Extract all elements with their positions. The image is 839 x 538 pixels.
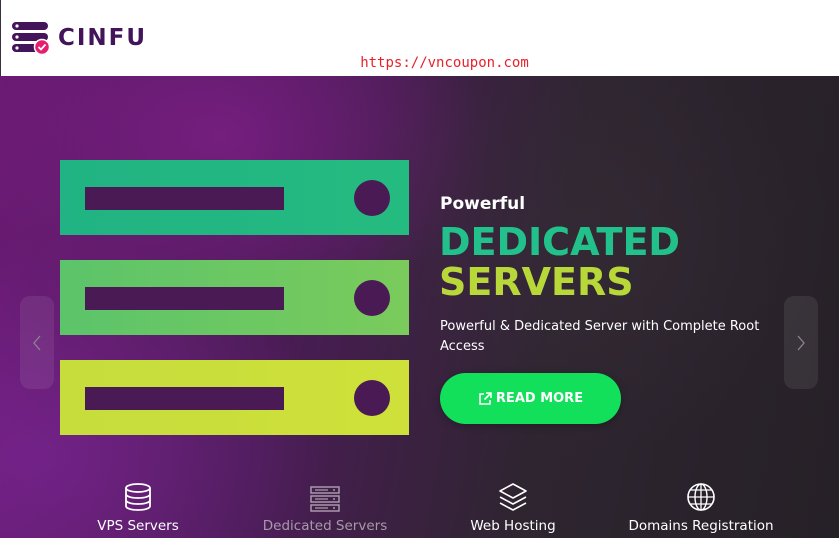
service-domains-registration[interactable]: Domains Registration: [616, 480, 786, 534]
layers-icon: [499, 483, 527, 511]
read-more-button[interactable]: READ MORE: [440, 373, 621, 424]
server-stack-check-icon: [12, 22, 50, 55]
service-label: Dedicated Servers: [262, 518, 388, 534]
hero-background-glow: [380, 76, 839, 538]
database-icon: [125, 483, 151, 511]
chevron-right-icon: [797, 335, 805, 350]
chevron-left-icon: [33, 335, 41, 350]
hero-slider: Powerful DEDICATED SERVERS Powerful & De…: [0, 76, 839, 538]
read-more-label: READ MORE: [495, 391, 584, 406]
brand-name: CINFU: [58, 25, 148, 51]
slider-prev-button[interactable]: [20, 296, 54, 389]
brand-logo[interactable]: CINFU: [12, 21, 147, 55]
service-label: VPS Servers: [97, 518, 179, 534]
hero-description: Powerful & Dedicated Server with Complet…: [440, 319, 760, 354]
hero-title-line2: SERVERS: [439, 260, 634, 304]
slider-next-button[interactable]: [784, 296, 818, 389]
service-label: Web Hosting: [470, 518, 556, 534]
external-link-icon: [479, 391, 492, 405]
server-slab-bottom: [60, 360, 409, 435]
service-web-hosting[interactable]: Web Hosting: [443, 480, 583, 534]
globe-icon: [687, 483, 715, 511]
service-label: Domains Registration: [628, 518, 774, 534]
server-slab-middle: [60, 260, 409, 335]
hero-kicker: Powerful: [440, 194, 526, 214]
service-vps-servers[interactable]: VPS Servers: [68, 480, 208, 534]
service-dedicated-servers[interactable]: Dedicated Servers: [245, 480, 405, 534]
hero-title-line1: DEDICATED: [439, 220, 680, 264]
server-icon: [310, 486, 340, 512]
services-nav: VPS Servers Dedicated Servers Web Hostin…: [0, 480, 839, 538]
watermark-url: https://vncoupon.com: [360, 55, 529, 71]
server-slab-top: [60, 160, 409, 235]
